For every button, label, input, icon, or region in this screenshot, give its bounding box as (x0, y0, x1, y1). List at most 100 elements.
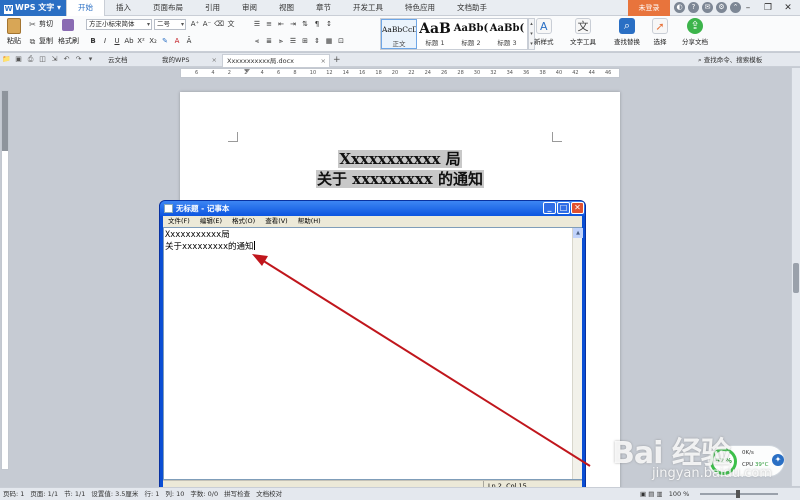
sort-icon[interactable]: ⇅ (300, 19, 310, 30)
style-normal[interactable]: AaBbCcD 正文 (381, 19, 417, 49)
justify-icon[interactable]: ☰ (288, 36, 298, 47)
line-spacing-icon[interactable]: ⇕ (312, 36, 322, 47)
show-marks-icon[interactable]: ¶ (312, 19, 322, 30)
document-scrollbar[interactable] (791, 68, 800, 486)
save-icon[interactable]: ▣ (14, 55, 23, 64)
tab-references[interactable]: 引用 (194, 0, 231, 16)
tab-cloud-docs[interactable]: 云文档 (104, 54, 156, 67)
tab-my-wps[interactable]: 我的WPS × (158, 54, 220, 67)
clear-format-icon[interactable]: ⌫ (214, 19, 224, 30)
command-search[interactable]: ⌕ 查找命令、搜索模板 (698, 54, 762, 66)
close-tab-icon[interactable]: × (212, 54, 217, 66)
text-tools-button[interactable]: 文 文字工具 (570, 18, 596, 46)
settings-icon[interactable]: ⚙ (716, 2, 727, 13)
tab-home[interactable]: 开始 (66, 0, 105, 17)
align-right-icon[interactable]: ⫸ (276, 36, 286, 47)
new-tab-button[interactable]: + (333, 54, 341, 66)
scroll-up-icon[interactable]: ▲ (573, 228, 583, 238)
tab-review[interactable]: 审阅 (231, 0, 268, 16)
find-replace-button[interactable]: ⌕ 查找替换 (614, 18, 640, 46)
italic-icon[interactable]: I (100, 36, 110, 47)
shrink-font-icon[interactable]: A⁻ (202, 19, 212, 30)
skin-icon[interactable]: ◐ (674, 2, 685, 13)
align-center-icon[interactable]: ≣ (264, 36, 274, 47)
align-left-icon[interactable]: ⫷ (252, 36, 262, 47)
horizontal-ruler[interactable]: 6 4 2 2 4 6 8 10 12 14 16 18 20 22 24 26 28 30 32 34 36 38 40 4… (180, 68, 620, 78)
restore-icon[interactable]: ❐ (758, 0, 778, 16)
bold-icon[interactable]: B (88, 36, 98, 47)
vertical-ruler[interactable] (1, 90, 9, 470)
undo-icon[interactable]: ↶ (62, 55, 71, 64)
bullets-icon[interactable]: ☰ (252, 19, 262, 30)
tab-doc-assistant[interactable]: 文档助手 (446, 0, 498, 16)
new-style-button[interactable]: A 新样式 (534, 18, 554, 46)
borders-icon[interactable]: ⊡ (336, 36, 346, 47)
zoom-slider-handle[interactable] (736, 490, 740, 498)
outline-view-icon[interactable]: ▥ (656, 490, 662, 498)
paste-button[interactable]: 粘贴 (3, 18, 25, 46)
increase-indent-icon[interactable]: ⇥ (288, 19, 298, 30)
font-name-select[interactable]: 方正小标宋简体 ▾ (86, 19, 152, 30)
redo-icon[interactable]: ↷ (74, 55, 83, 64)
strikethrough-icon[interactable]: Ab (124, 36, 134, 47)
customize-icon[interactable]: ▾ (86, 55, 95, 64)
grow-font-icon[interactable]: A⁺ (190, 19, 200, 30)
tab-page-layout[interactable]: 页面布局 (142, 0, 194, 16)
feedback-icon[interactable]: ✉ (702, 2, 713, 13)
pinyin-icon[interactable]: 文 (226, 19, 236, 30)
font-color-icon[interactable]: A (172, 36, 182, 47)
web-view-icon[interactable]: ▤ (648, 490, 654, 498)
close-tab-icon[interactable]: × (321, 55, 326, 67)
menu-view[interactable]: 查看(V) (260, 216, 293, 227)
help-icon[interactable]: ? (688, 2, 699, 13)
close-icon[interactable]: ✕ (778, 0, 798, 16)
zoom-level[interactable]: 100 % (669, 490, 690, 498)
menu-file[interactable]: 文件(F) (163, 216, 195, 227)
shading-icon[interactable]: ▦ (324, 36, 334, 47)
cut-button[interactable]: ✂ 剪切 (28, 19, 53, 29)
tab-features[interactable]: 特色应用 (394, 0, 446, 16)
style-heading-2[interactable]: AaBb( 标题 2 (453, 19, 489, 49)
minimize-icon[interactable]: _ (543, 202, 556, 214)
subscript-icon[interactable]: X₂ (148, 36, 158, 47)
select-button[interactable]: ➚ 选择 (652, 18, 668, 46)
char-border-icon[interactable]: Ā (184, 36, 194, 47)
notepad-window[interactable]: 无标题 - 记事本 _ □ ✕ 文件(F) 编辑(E) 格式(O) 查看(V) … (159, 200, 586, 494)
font-size-select[interactable]: 二号 ▾ (154, 19, 186, 30)
app-menu-button[interactable]: W WPS 文字 ▾ (0, 0, 66, 16)
minimize-icon[interactable]: – (738, 0, 758, 16)
notepad-title-bar[interactable]: 无标题 - 记事本 _ □ ✕ (160, 201, 585, 216)
maximize-icon[interactable]: □ (557, 202, 570, 214)
open-icon[interactable]: 📁 (2, 55, 11, 64)
tab-insert[interactable]: 插入 (105, 0, 142, 16)
notepad-text-area[interactable]: Xxxxxxxxxxx局 关于xxxxxxxxx的通知 ▲ (163, 227, 583, 480)
superscript-icon[interactable]: X² (136, 36, 146, 47)
tab-developer[interactable]: 开发工具 (342, 0, 394, 16)
export-icon[interactable]: ⇲ (50, 55, 59, 64)
notepad-scrollbar[interactable]: ▲ (572, 228, 583, 479)
style-heading-3[interactable]: AaBb( 标题 3 (489, 19, 525, 49)
menu-format[interactable]: 格式(O) (227, 216, 260, 227)
page-view-icon[interactable]: ▣ (640, 490, 646, 498)
copy-button[interactable]: ⧉ 复制 (28, 36, 53, 46)
line-spacing-icon[interactable]: ↕ (324, 19, 334, 30)
distribute-icon[interactable]: ⊞ (300, 36, 310, 47)
underline-icon[interactable]: U (112, 36, 122, 47)
preview-icon[interactable]: ◫ (38, 55, 47, 64)
style-heading-1[interactable]: AaB 标题 1 (417, 19, 453, 49)
tab-current-document[interactable]: Xxxxxxxxxxx局.docx × (222, 54, 330, 67)
menu-help[interactable]: 帮助(H) (293, 216, 326, 227)
highlight-icon[interactable]: ✎ (160, 36, 170, 47)
numbering-icon[interactable]: ≡ (264, 19, 274, 30)
accelerate-icon[interactable]: ✦ (772, 454, 784, 466)
tab-view[interactable]: 视图 (268, 0, 305, 16)
tab-section[interactable]: 章节 (305, 0, 342, 16)
login-button[interactable]: 未登录 (628, 0, 670, 16)
decrease-indent-icon[interactable]: ⇤ (276, 19, 286, 30)
close-icon[interactable]: ✕ (571, 202, 584, 214)
share-doc-button[interactable]: ⇪ 分享文档 (682, 18, 708, 46)
menu-edit[interactable]: 编辑(E) (195, 216, 227, 227)
print-icon[interactable]: ⎙ (26, 55, 35, 64)
scrollbar-thumb[interactable] (793, 263, 799, 293)
format-painter-button[interactable]: 格式刷 (58, 36, 79, 46)
